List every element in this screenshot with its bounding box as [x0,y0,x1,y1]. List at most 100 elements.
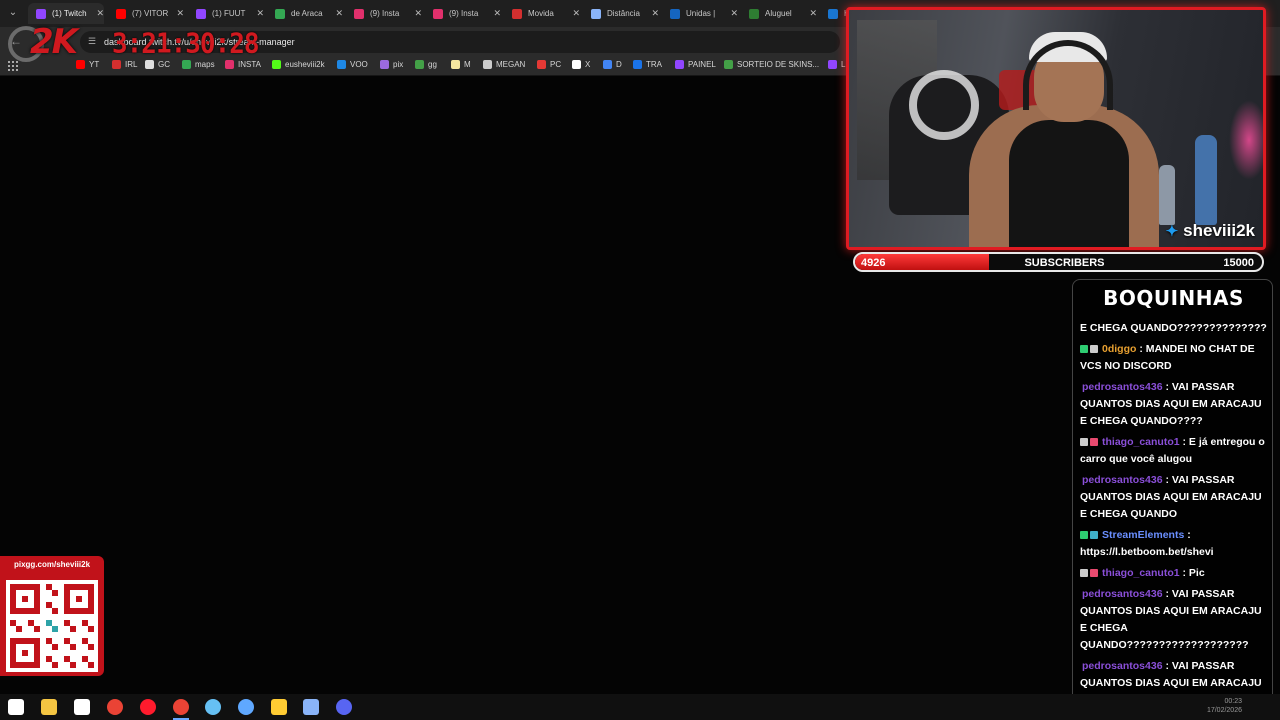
opera-icon[interactable] [140,699,156,715]
bookmark-item[interactable]: PAINEL [675,60,716,69]
chrome-icon[interactable] [107,699,123,715]
browser-tab[interactable]: (1) FUUT ✕ [188,3,264,24]
bookmark-favicon-icon [380,60,389,69]
tab-close-icon[interactable]: ✕ [176,8,184,19]
browser-tab[interactable]: Aluguel ✕ [741,3,817,24]
bookmark-item[interactable]: L [828,60,845,69]
tab-close-icon[interactable]: ✕ [651,8,659,19]
bookmark-favicon-icon [145,60,154,69]
tab-label: (9) Insta [449,9,479,18]
browser-tab[interactable]: (7) VITOR ✕ [108,3,184,24]
bookmark-favicon-icon [572,60,581,69]
tab-label: Distância [607,9,640,18]
calculator-icon[interactable] [303,699,319,715]
bookmark-label: eusheviii2k [285,60,325,69]
site-info-icon[interactable]: ☰ [88,36,96,47]
chat-messages: E CHEGA QUANDO?????????????? 0diggo : MAN… [1080,320,1268,712]
bookmark-favicon-icon [603,60,612,69]
bookmark-label: IRL [125,60,138,69]
tab-close-icon[interactable]: ✕ [493,8,501,19]
tab-close-icon[interactable]: ✕ [572,8,580,19]
bookmark-item[interactable]: X [572,60,590,69]
tab-favicon-icon [116,8,126,19]
stream-uptime-timer: 3:21:30:28 [112,28,260,60]
tab-close-icon[interactable]: ✕ [256,8,264,19]
bookmark-item[interactable]: VOO [337,60,368,69]
bookmark-favicon-icon [451,60,460,69]
browser-tab[interactable]: (9) Insta ✕ [425,3,501,24]
chat-message: thiago_canuto1 : Pic [1080,565,1268,582]
chrome-icon[interactable] [173,699,189,715]
browser-tab[interactable]: (1) Twitch ✕ [28,3,104,24]
bookmark-item[interactable]: gg [415,60,437,69]
tab-close-icon[interactable]: ✕ [730,8,738,19]
bookmark-label: VOO [350,60,368,69]
bookmark-favicon-icon [337,60,346,69]
bookmark-item[interactable]: pix [380,60,403,69]
chat-badge-icon [1090,531,1098,539]
stream-screen: ⌄ (1) Twitch ✕ (7) VITOR ✕ (1) FUUT ✕ de Araca… [0,0,1280,720]
browser-tab[interactable]: (9) Insta ✕ [346,3,422,24]
tab-label: (7) VITOR [132,9,169,18]
tab-favicon-icon [591,8,601,19]
bookmark-label: L [841,60,846,69]
bookmark-item[interactable]: maps [182,60,215,69]
clock-date: 17/02/2026 [1206,707,1242,714]
bookmark-item[interactable]: INSTA [225,60,261,69]
store-icon[interactable] [74,699,90,715]
tab-label: (1) FUUT [212,9,246,18]
bookmark-favicon-icon [415,60,424,69]
steam-icon[interactable] [205,699,221,715]
tab-close-icon[interactable]: ✕ [414,8,422,19]
tab-favicon-icon [512,8,522,19]
bookmark-item[interactable]: D [603,60,622,69]
bookmark-item[interactable]: IRL [112,60,137,69]
file-icon[interactable] [271,699,287,715]
tab-label: de Araca [291,9,323,18]
tab-close-icon[interactable]: ✕ [96,8,104,19]
browser-tab[interactable]: de Araca ✕ [267,3,343,24]
bookmark-item[interactable]: eusheviii2k [272,60,325,69]
qr-code [6,580,98,672]
browser-tab[interactable]: Distância ✕ [583,3,659,24]
browser-tab[interactable]: Unidas | ✕ [662,3,738,24]
bookmark-item[interactable]: SORTEIO DE SKINS... [724,60,819,69]
bookmark-favicon-icon [724,60,733,69]
bookmark-label: gg [428,60,437,69]
tab-label: (1) Twitch [52,9,87,18]
tab-close-icon[interactable]: ✕ [335,8,343,19]
windows-start-icon[interactable] [8,699,24,715]
tab-favicon-icon [828,8,838,19]
streamer-handle: ✦ sheviii2k [1166,221,1255,241]
bookmark-item[interactable]: PC [537,60,561,69]
bookmark-item[interactable]: MEGAN [483,60,525,69]
bookmark-label: pix [393,60,404,69]
bookmark-item[interactable]: M [451,60,471,69]
discord-icon[interactable] [336,699,352,715]
chat-box: BOQUINHAS E CHEGA QUANDO?????????????? 0d… [1072,279,1273,713]
clock-time: 00:23 [1224,698,1242,705]
browser-tab[interactable]: Movida ✕ [504,3,580,24]
chat-username: StreamElements [1102,529,1185,541]
chat-username: pedrosantos436 [1082,660,1163,672]
chat-text: : Pic [1182,567,1205,579]
taskbar-clock[interactable]: 00:23 17/02/2026 [1196,697,1242,715]
bookmark-item[interactable]: TRA [633,60,662,69]
bookmark-label: X [585,60,591,69]
tab-favicon-icon [196,8,206,19]
tab-close-icon[interactable]: ✕ [809,8,817,19]
subscriber-goal-bar: 4926 SUBSCRIBERS 15000 [853,252,1264,272]
tab-search-button[interactable]: ⌄ [5,5,21,21]
bookmark-item[interactable]: YT [76,60,99,69]
bookmark-item[interactable]: GC [145,60,170,69]
file-explorer-icon[interactable] [41,699,57,715]
bookmark-favicon-icon [483,60,492,69]
tab-label: (9) Insta [370,9,400,18]
chat-message: pedrosantos436 : VAI PASSAR QUANTOS DIAS… [1080,379,1268,430]
chat-message: StreamElements : https://l.betboom.bet/s… [1080,527,1268,561]
chat-message: pedrosantos436 : VAI PASSAR QUANTOS DIAS… [1080,586,1268,654]
app-icon[interactable] [238,699,254,715]
bookmark-label: D [616,60,622,69]
apps-grid-icon[interactable] [8,61,18,71]
tab-label: Unidas | [686,9,716,18]
